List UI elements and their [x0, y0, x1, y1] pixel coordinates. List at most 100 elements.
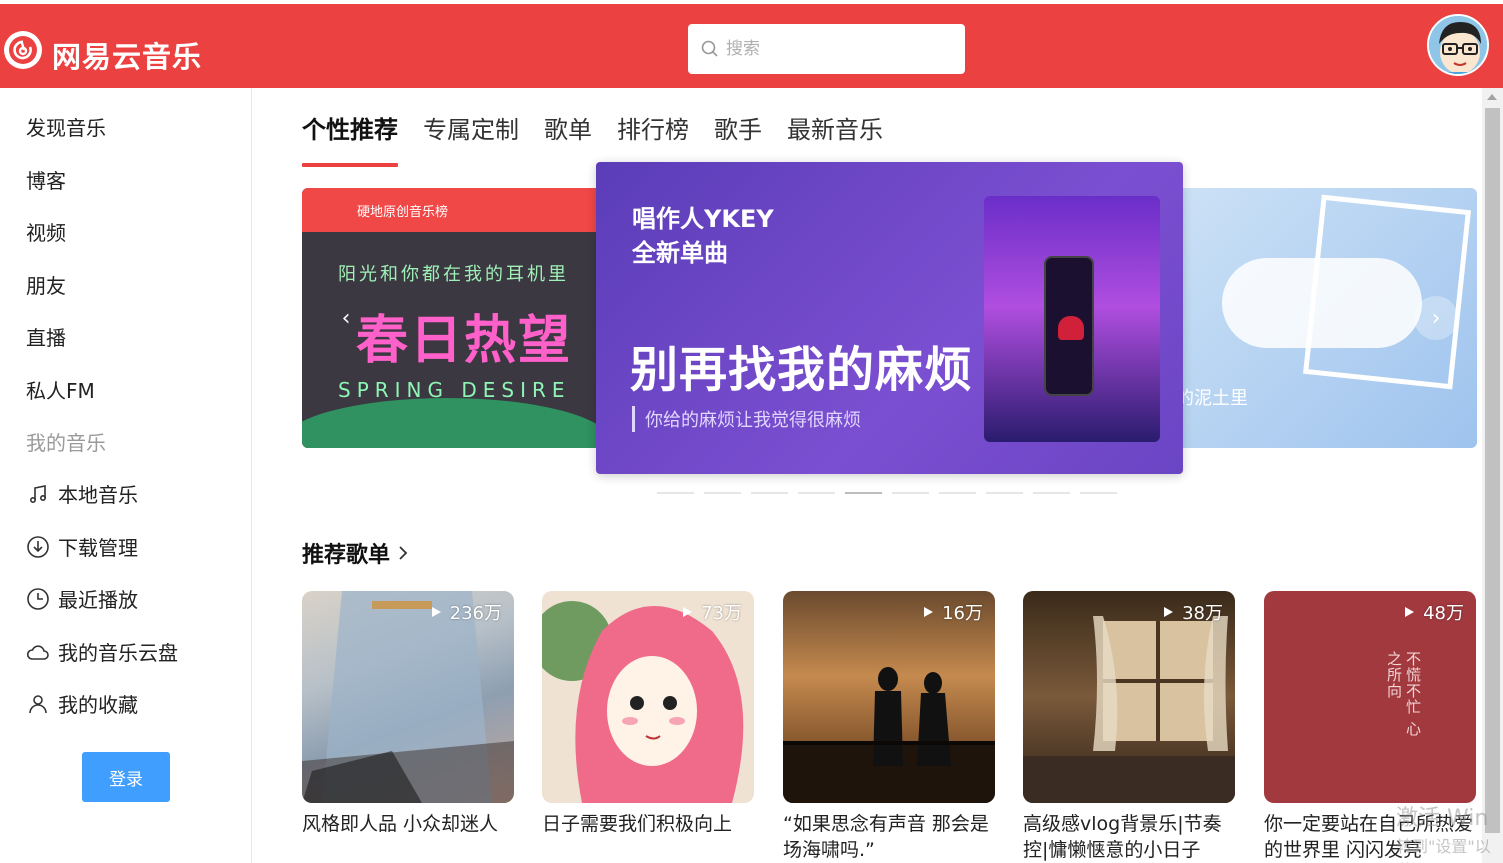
sidebar-item-label: 博客 — [26, 169, 66, 193]
sidebar-item-private-fm[interactable]: 私人FM — [26, 375, 95, 404]
heart-icon — [1058, 316, 1084, 340]
app-brand-name: 网易云音乐 — [52, 40, 203, 74]
banner-dot-active[interactable] — [845, 492, 882, 494]
play-icon — [1164, 607, 1174, 617]
banner-center[interactable]: 唱作人YKEY 全新单曲 别再找我的麻烦 你给的麻烦让我觉得很麻烦 — [596, 162, 1183, 474]
tab-playlists[interactable]: 歌单 — [544, 110, 592, 145]
playlist-name[interactable]: “如果思念有声音 那会是场海啸吗.” — [783, 811, 1003, 863]
banner-center-desc: 你给的麻烦让我觉得很麻烦 — [632, 406, 861, 432]
banner-hill-decoration — [302, 398, 612, 448]
activation-watermark: 激活 Win — [1396, 806, 1489, 831]
play-icon — [683, 607, 693, 617]
playlist-card[interactable]: 16万 “如果思念有声音 那会是场海啸吗.” — [783, 591, 995, 863]
tab-artists[interactable]: 歌手 — [714, 110, 762, 145]
cloud-icon — [26, 644, 49, 660]
login-button[interactable]: 登录 — [82, 752, 170, 802]
banner-dot[interactable] — [751, 492, 788, 494]
clock-icon — [27, 587, 49, 610]
play-count: 236万 — [430, 599, 502, 625]
chevron-right-icon — [399, 546, 408, 560]
download-icon — [27, 535, 49, 558]
play-count: 73万 — [681, 599, 742, 625]
banner-center-subtitle: 唱作人YKEY 全新单曲 — [632, 202, 774, 270]
play-count: 48万 — [1403, 599, 1464, 625]
play-count: 16万 — [922, 599, 983, 625]
banner-dot[interactable] — [986, 492, 1023, 494]
banner-dot[interactable] — [892, 492, 929, 494]
sidebar-item-label: 私人FM — [26, 379, 95, 403]
tab-personal-recommend[interactable]: 个性推荐 — [302, 110, 398, 167]
tab-new-music[interactable]: 最新音乐 — [787, 110, 883, 145]
sidebar-item-friends[interactable]: 朋友 — [26, 270, 66, 299]
sidebar-item-label: 朋友 — [26, 274, 66, 298]
banner-left-line: 阳光和你都在我的耳机里 — [338, 264, 569, 285]
banner-dot[interactable] — [798, 492, 835, 494]
play-icon — [924, 607, 934, 617]
sidebar-item-label: 发现音乐 — [26, 116, 106, 140]
banner-chart-name: 硬地原创音乐榜 — [357, 205, 449, 220]
sidebar-item-favorites[interactable]: 我的收藏 — [26, 689, 138, 718]
vertical-scrollbar[interactable] — [1482, 88, 1503, 863]
playlist-name[interactable]: 日子需要我们积极向上 — [542, 811, 762, 837]
sidebar-item-discover[interactable]: 发现音乐 — [26, 112, 106, 141]
search-input[interactable] — [726, 39, 946, 59]
tab-charts[interactable]: 排行榜 — [617, 110, 689, 145]
scrollbar-thumb[interactable] — [1485, 108, 1500, 833]
playlist-cover[interactable]: 16万 — [783, 591, 995, 803]
banner-center-artist: 唱作人YKEY — [632, 205, 774, 233]
chevron-left-icon: ‹ — [341, 305, 351, 331]
sidebar: 发现音乐 博客 视频 朋友 直播 私人FM 我的音乐 本地音乐 下载管理 最近播… — [0, 88, 252, 863]
banner-dots — [657, 492, 1127, 494]
scroll-up-arrow-icon[interactable] — [1487, 94, 1497, 100]
sidebar-item-label: 最近播放 — [58, 588, 138, 612]
sidebar-item-label: 我的音乐云盘 — [58, 641, 178, 665]
phone-illustration — [1044, 256, 1094, 396]
section-title-text: 推荐歌单 — [302, 543, 391, 568]
playlist-card[interactable]: 73万 日子需要我们积极向上 — [542, 591, 754, 837]
tab-custom[interactable]: 专属定制 — [423, 110, 519, 145]
playlist-name[interactable]: 高级感vlog背景乐|节奏控|慵懒惬意的小日子 — [1023, 811, 1243, 863]
playlist-cover[interactable]: 38万 — [1023, 591, 1235, 803]
banner-dot[interactable] — [1033, 492, 1070, 494]
banner-dot[interactable] — [704, 492, 741, 494]
activation-watermark-sub: 转到"设置"以激 — [1396, 837, 1491, 863]
sidebar-item-downloads[interactable]: 下载管理 — [26, 532, 138, 561]
play-icon — [431, 607, 441, 617]
sidebar-item-video[interactable]: 视频 — [26, 217, 66, 246]
playlist-name[interactable]: 风格即人品 小众却迷人 — [302, 811, 522, 837]
banner-dot[interactable] — [939, 492, 976, 494]
sidebar-item-cloud[interactable]: 我的音乐云盘 — [26, 637, 178, 666]
banner-next-button[interactable]: › — [1414, 296, 1458, 340]
sidebar-item-local-music[interactable]: 本地音乐 — [26, 479, 138, 508]
banner-album-cover — [984, 196, 1160, 442]
main-content: 个性推荐 专属定制 歌单 排行榜 歌手 最新音乐 硬地原创音乐榜 阳光和你都在我… — [252, 88, 1482, 863]
tab-bar: 个性推荐 专属定制 歌单 排行榜 歌手 最新音乐 — [302, 110, 908, 167]
play-count: 38万 — [1162, 599, 1223, 625]
banner-dot[interactable] — [657, 492, 694, 494]
sidebar-item-label: 下载管理 — [58, 536, 138, 560]
banner-center-tag: 全新单曲 — [632, 239, 728, 267]
playlist-cover[interactable]: 不慌不忙 心之所向 48万 — [1264, 591, 1476, 803]
sidebar-heading-my-music: 我的音乐 — [26, 431, 106, 455]
top-bar: 网易云音乐 — [0, 0, 1503, 88]
banner-dot[interactable] — [1080, 492, 1117, 494]
sidebar-item-blog[interactable]: 博客 — [26, 165, 66, 194]
play-icon — [1405, 607, 1415, 617]
sidebar-item-live[interactable]: 直播 — [26, 322, 66, 351]
sidebar-item-label: 视频 — [26, 221, 66, 245]
playlist-cover[interactable]: 236万 — [302, 591, 514, 803]
music-note-icon — [30, 484, 47, 503]
sidebar-item-label: 本地音乐 — [58, 483, 138, 507]
chevron-right-icon: › — [1431, 305, 1441, 331]
sidebar-item-recent[interactable]: 最近播放 — [26, 584, 138, 613]
recommended-playlists-heading[interactable]: 推荐歌单 — [302, 537, 412, 569]
search-icon — [701, 40, 718, 57]
search-box[interactable] — [688, 24, 965, 74]
playlist-card[interactable]: 236万 风格即人品 小众却迷人 — [302, 591, 514, 837]
sidebar-item-label: 我的收藏 — [58, 693, 138, 717]
netease-logo-icon[interactable] — [4, 31, 42, 69]
playlist-cover[interactable]: 73万 — [542, 591, 754, 803]
banner-prev-button[interactable]: ‹ — [324, 296, 368, 340]
user-avatar[interactable] — [1427, 14, 1489, 76]
playlist-card[interactable]: 38万 高级感vlog背景乐|节奏控|慵懒惬意的小日子 — [1023, 591, 1235, 863]
